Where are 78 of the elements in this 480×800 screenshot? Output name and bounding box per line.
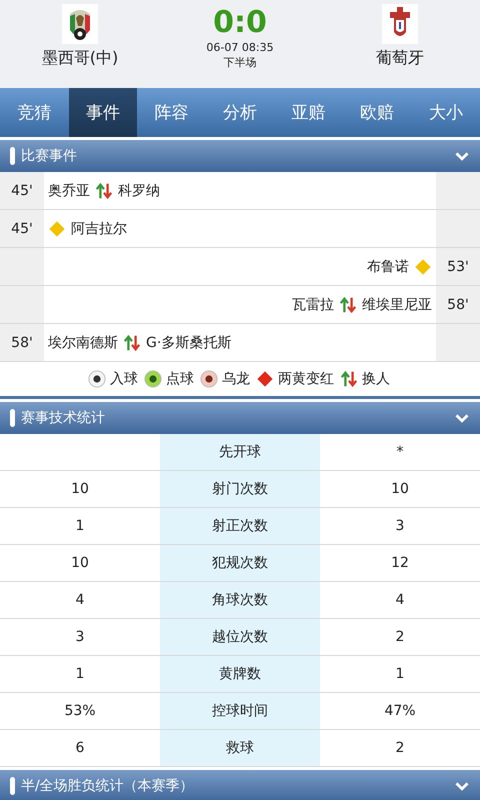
player-name: 奥乔亚 (48, 182, 90, 200)
section-title: 半/全场胜负统计（本赛季） (21, 777, 195, 795)
stat-value-cell-text: 10 (70, 554, 90, 573)
player-name: G·多斯桑托斯 (146, 334, 232, 352)
marker-bar (10, 147, 15, 165)
player-name: 瓦雷拉 (292, 296, 334, 314)
score: 0:0 (213, 6, 267, 40)
event-minute: 58' (11, 334, 33, 350)
stat-value-cell-text: 2 (394, 628, 406, 647)
player-name: 维埃里尼亚 (362, 296, 432, 314)
stat-value-cell-text: 1 (74, 517, 86, 536)
event-minute: 58' (447, 296, 469, 312)
stat-value-cell-text: * (396, 443, 404, 462)
stat-value-cell-text: 4 (74, 591, 86, 610)
stat-value-cell-text: 10 (390, 480, 410, 499)
eagle-crest-icon (62, 4, 98, 44)
section-header[interactable]: 赛事技术统计 (0, 402, 480, 434)
stat-value-cell-text: 47% (383, 702, 417, 721)
stat-value-cell-text: 4 (394, 591, 406, 610)
player-name: 埃尔南德斯 (48, 334, 118, 352)
section-header[interactable]: 半/全场胜负统计（本赛季） (0, 770, 480, 800)
event-minute: 45' (11, 220, 33, 236)
section-title: 赛事技术统计 (21, 409, 106, 427)
swap-arrows-icon (123, 334, 141, 352)
stat-name-cell: 黄牌数 (160, 656, 320, 692)
legend-label: 换人 (362, 370, 390, 388)
chevron-down-icon[interactable] (454, 780, 470, 792)
stat-value-cell-text: 6 (74, 739, 86, 758)
chevron-down-icon[interactable] (454, 412, 470, 424)
match-period: 下半场 (224, 55, 256, 70)
stat-name-cell: 救球 (160, 730, 320, 766)
marker-bar (10, 777, 15, 795)
swap-arrows-icon (340, 370, 358, 388)
stat-value-cell-text: 1 (394, 665, 406, 684)
home-team-name: 墨西哥(中) (42, 48, 118, 69)
tab[interactable]: 阵容 (137, 88, 206, 137)
tab[interactable]: 大小 (411, 88, 480, 137)
stat-value-cell-text: 2 (394, 739, 406, 758)
ball-icon (144, 370, 162, 388)
away-team-name: 葡萄牙 (376, 48, 424, 69)
stat-name-cell: 射门次数 (160, 471, 320, 507)
tab[interactable]: 亚赔 (274, 88, 343, 137)
tab[interactable]: 竞猜 (0, 88, 69, 137)
stat-name-cell: 犯规次数 (160, 545, 320, 581)
event-minute: 53' (447, 258, 469, 274)
stat-name-cell: 射正次数 (160, 508, 320, 544)
section-header[interactable]: 比赛事件 (0, 140, 480, 172)
stat-name-cell: 先开球 (160, 434, 320, 470)
chevron-down-icon[interactable] (454, 150, 470, 162)
legend-label: 点球 (166, 370, 194, 388)
legend-label: 入球 (110, 370, 138, 388)
stat-name-cell: 控球时间 (160, 693, 320, 729)
stat-value-cell-text: 10 (70, 480, 90, 499)
tab[interactable]: 欧赔 (342, 88, 412, 137)
stat-value-cell-text: 12 (390, 554, 410, 573)
legend-label: 两黄变红 (278, 370, 334, 388)
event-minute: 45' (11, 182, 33, 198)
swap-arrows-icon (95, 182, 113, 200)
legend-label: 乌龙 (222, 370, 250, 388)
tab[interactable]: 分析 (206, 88, 274, 137)
stat-name-cell: 角球次数 (160, 582, 320, 618)
stat-value-cell-text: 1 (74, 665, 86, 684)
stat-value-cell-text: 53% (63, 702, 97, 721)
tab[interactable]: 事件 (68, 88, 138, 137)
player-name: 科罗纳 (118, 182, 160, 200)
swap-arrows-icon (339, 296, 357, 314)
shield-crest-icon (382, 4, 418, 44)
player-name: 布鲁诺 (367, 258, 409, 276)
stat-name-cell: 越位次数 (160, 619, 320, 655)
ball-icon (200, 370, 218, 388)
ball-icon (88, 370, 106, 388)
marker-bar (10, 409, 15, 427)
player-name: 阿吉拉尔 (71, 220, 127, 238)
match-time: 06-07 08:35 (206, 40, 274, 55)
section-title: 比赛事件 (21, 147, 78, 165)
minute-cell (436, 172, 480, 209)
stat-value-cell-text: 3 (74, 628, 86, 647)
stat-value-cell-text: 3 (394, 517, 406, 536)
